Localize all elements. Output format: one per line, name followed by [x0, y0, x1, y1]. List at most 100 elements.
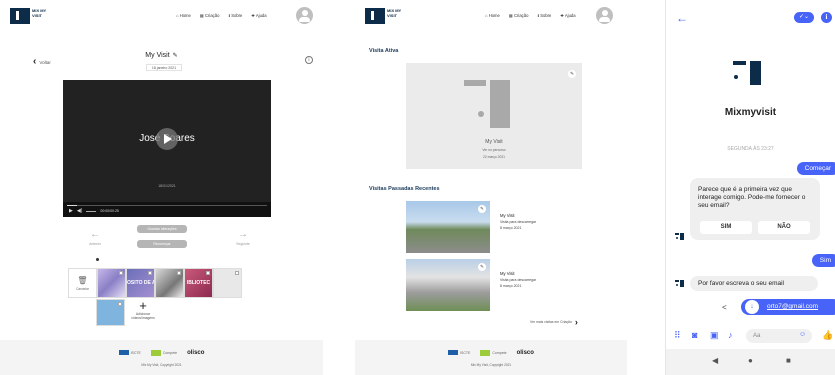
- partner-logo-text: olisco: [187, 349, 205, 356]
- recent-visit-info: My Visit Visita para descarregar 8 março…: [500, 213, 536, 231]
- thumb-checkbox[interactable]: [118, 302, 122, 306]
- recent-visit-date: 8 março 2021: [500, 226, 522, 230]
- nav-ajuda[interactable]: ✚ Ajuda: [560, 13, 575, 18]
- back-arrow-icon[interactable]: ←: [676, 11, 688, 25]
- volume-icon[interactable]: ◀): [77, 208, 83, 214]
- info-icon[interactable]: i: [821, 12, 832, 23]
- site-footer: ISCTE Compete olisco Mix My Visit, Copyr…: [355, 340, 627, 375]
- microphone-icon[interactable]: ♪: [728, 330, 733, 340]
- nav-ajuda-label: Ajuda: [255, 13, 267, 18]
- partner-logo: ISCTE: [118, 349, 141, 356]
- partner-logo: ISCTE: [448, 349, 470, 356]
- outgoing-message: Começar: [796, 162, 835, 175]
- pencil-icon[interactable]: ✎: [478, 205, 486, 213]
- save-changes-button[interactable]: Guardar alterações: [137, 225, 187, 233]
- main-nav: ⌂ Home ▦ Criação ℹ Sobre ✚ Ajuda: [176, 13, 267, 18]
- visits-panel: MIX MY VISIT ⌂ Home ▦ Criação ℹ Sobre ✚ …: [355, 0, 627, 375]
- active-visit-date: 22 março 2021: [483, 155, 505, 159]
- add-media-label: Adicionar vídeos/imagens: [131, 312, 155, 320]
- nav-back-icon[interactable]: ◀: [712, 356, 718, 365]
- pencil-icon[interactable]: ✎: [173, 53, 178, 59]
- chat-topbar: ← ✓⌄ i: [666, 0, 835, 36]
- thumb-checkbox[interactable]: [177, 271, 181, 275]
- apps-grid-icon[interactable]: ⠿: [674, 330, 681, 341]
- media-thumbnail[interactable]: OSITO DE A: [126, 268, 155, 298]
- option-yes-button[interactable]: SIM: [700, 221, 752, 234]
- android-nav-bar: ◀ ● ■: [666, 349, 835, 375]
- share-icon[interactable]: <: [722, 303, 727, 312]
- emoji-icon[interactable]: ☺: [799, 331, 806, 338]
- media-thumbnail[interactable]: IBLIOTEC: [184, 268, 213, 298]
- logo-mark: [365, 8, 385, 24]
- restart-button[interactable]: Recomeçar: [137, 240, 187, 248]
- play-icon[interactable]: [156, 128, 178, 150]
- like-icon[interactable]: 👍: [822, 330, 833, 341]
- thumb-checkbox[interactable]: [119, 271, 123, 275]
- logo-mark: [10, 8, 30, 24]
- video-progress-bar[interactable]: [67, 205, 267, 206]
- mixmyvisit-logo[interactable]: MIX MY VISIT: [10, 8, 50, 24]
- download-icon[interactable]: ↓: [745, 300, 759, 314]
- active-visit-card[interactable]: ✎ My Visit Ver no percurso 22 março 2021: [406, 63, 582, 169]
- checkmark-dropdown-icon[interactable]: ✓⌄: [794, 12, 814, 23]
- visit-date: 18 janeiro 2021: [146, 64, 182, 71]
- nav-home-icon[interactable]: ●: [748, 356, 753, 365]
- site-header: MIX MY VISIT ⌂ Home ▦ Criação ℹ Sobre ✚ …: [355, 0, 627, 32]
- nav-home[interactable]: ⌂ Home: [485, 13, 500, 18]
- trash-icon: 🗑: [77, 275, 88, 285]
- thumb-checkbox[interactable]: [206, 271, 210, 275]
- nav-home[interactable]: ⌂ Home: [176, 13, 191, 18]
- partner-logo-text: ISCTE: [460, 350, 471, 355]
- copyright: Mix My Visit, Copyright 2021: [470, 363, 512, 367]
- media-timeline: 🗑 Cancelar OSITO DE A IBLIOTEC: [68, 268, 242, 298]
- play-small-icon[interactable]: ▶: [69, 208, 73, 214]
- avatar[interactable]: [596, 7, 613, 24]
- nav-criacao[interactable]: ▦ Criação: [200, 13, 220, 18]
- page-title: My Visit ✎: [0, 52, 323, 59]
- gallery-icon[interactable]: ▣: [710, 330, 719, 341]
- partner-logo-text: Compete: [492, 350, 507, 355]
- chatbot-panel: ← ✓⌄ i Mixmyvisit SEGUNDA ÀS 23:27 Começ…: [665, 0, 835, 375]
- add-media-button[interactable]: + Adicionar vídeos/imagens: [128, 299, 158, 320]
- volume-slider[interactable]: [86, 210, 97, 212]
- pencil-icon[interactable]: ✎: [568, 70, 576, 78]
- thumb-checkbox[interactable]: [148, 271, 152, 275]
- recent-visit-thumbnail[interactable]: ✎: [406, 259, 490, 311]
- recent-visit-thumbnail[interactable]: ✎: [406, 201, 490, 253]
- camera-icon[interactable]: ◙: [692, 330, 697, 340]
- next-button[interactable]: → Seguinte: [228, 229, 258, 246]
- bot-name: Mixmyvisit: [724, 107, 777, 118]
- video-player[interactable]: José Soares 18/01/2021 ▶ ◀) 00:00/00:25: [63, 80, 271, 217]
- thumb-checkbox[interactable]: [235, 271, 239, 275]
- trash-label: Cancelar: [76, 286, 89, 291]
- nav-sobre[interactable]: ℹ Sobre: [228, 13, 242, 18]
- mixmyvisit-logo[interactable]: MIX MY VISIT: [365, 8, 405, 24]
- partner-logos: ISCTE Compete olisco: [355, 349, 627, 356]
- trash-slot[interactable]: 🗑 Cancelar: [68, 268, 97, 298]
- copyright: Mix My Visit, Copyright 2021: [141, 363, 182, 367]
- media-thumbnail-map[interactable]: [96, 299, 125, 326]
- media-thumbnail[interactable]: [155, 268, 184, 298]
- outgoing-message: Sim: [811, 254, 835, 267]
- media-thumbnail[interactable]: [97, 268, 126, 298]
- nav-criacao[interactable]: ▦ Criação: [509, 13, 529, 18]
- thumb-caption: IBLIOTEC: [186, 280, 211, 286]
- next-label: Seguinte: [236, 242, 250, 246]
- video-control-icons: ▶ ◀) 00:00/00:25: [69, 208, 119, 214]
- nav-ajuda[interactable]: ✚ Ajuda: [251, 13, 266, 18]
- recent-visit-info: My Visit Visita para descarregar 8 março…: [500, 271, 536, 289]
- partner-logo: Compete: [480, 349, 507, 356]
- prev-button[interactable]: ← Anterior: [80, 229, 110, 246]
- partner-logo-text: olisco: [516, 349, 534, 356]
- option-no-button[interactable]: NÃO: [758, 221, 810, 234]
- nav-sobre[interactable]: ℹ Sobre: [537, 13, 551, 18]
- visit-placeholder-logo: [464, 80, 519, 135]
- see-all-link[interactable]: Ver mais visitas em Criação ›: [530, 317, 578, 327]
- incoming-message: Por favor escreva o seu email: [690, 276, 818, 291]
- media-thumbnail[interactable]: [213, 268, 242, 298]
- avatar[interactable]: [296, 7, 313, 24]
- info-icon[interactable]: i: [305, 56, 313, 64]
- pencil-icon[interactable]: ✎: [478, 263, 486, 271]
- active-visit-sub[interactable]: Ver no percurso: [406, 148, 582, 152]
- nav-recents-icon[interactable]: ■: [786, 356, 791, 365]
